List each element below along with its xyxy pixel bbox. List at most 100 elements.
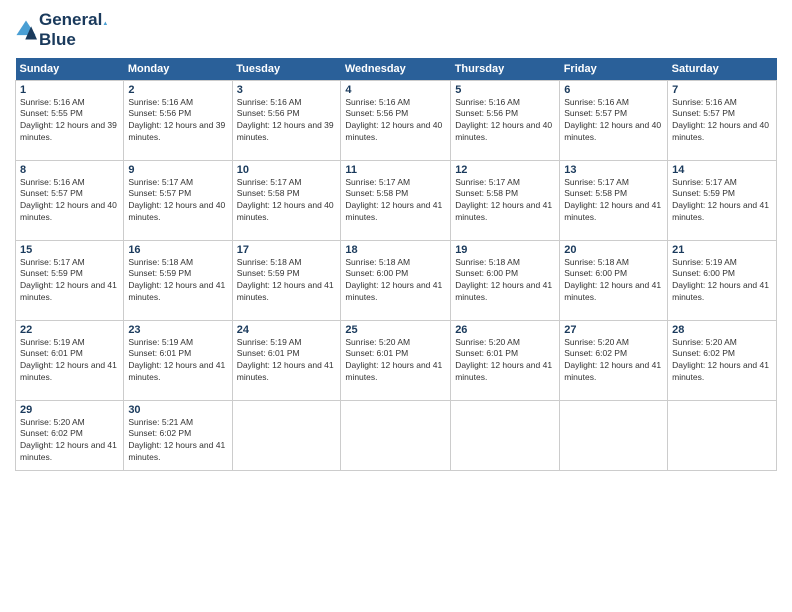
day-number: 7	[672, 84, 772, 96]
day-number: 18	[345, 244, 446, 256]
daylight-label: Daylight: 12 hours and 40 minutes.	[345, 120, 442, 142]
calendar-cell: 3 Sunrise: 5:16 AM Sunset: 5:56 PM Dayli…	[232, 80, 341, 160]
sunrise-label: Sunrise: 5:17 AM	[564, 177, 629, 187]
day-info: Sunrise: 5:16 AM Sunset: 5:56 PM Dayligh…	[237, 97, 337, 145]
calendar-cell: 29 Sunrise: 5:20 AM Sunset: 6:02 PM Dayl…	[16, 400, 124, 470]
daylight-label: Daylight: 12 hours and 41 minutes.	[564, 280, 661, 302]
sunset-label: Sunset: 6:00 PM	[672, 268, 735, 278]
day-info: Sunrise: 5:16 AM Sunset: 5:55 PM Dayligh…	[20, 97, 119, 145]
daylight-label: Daylight: 12 hours and 41 minutes.	[20, 280, 117, 302]
day-info: Sunrise: 5:17 AM Sunset: 5:59 PM Dayligh…	[20, 257, 119, 305]
sunrise-label: Sunrise: 5:18 AM	[345, 257, 410, 267]
sunset-label: Sunset: 6:00 PM	[564, 268, 627, 278]
day-number: 5	[455, 84, 555, 96]
calendar-cell: 9 Sunrise: 5:17 AM Sunset: 5:57 PM Dayli…	[124, 160, 232, 240]
day-number: 22	[20, 324, 119, 336]
calendar-cell	[341, 400, 451, 470]
day-info: Sunrise: 5:19 AM Sunset: 6:01 PM Dayligh…	[20, 337, 119, 385]
sunrise-label: Sunrise: 5:16 AM	[345, 97, 410, 107]
daylight-label: Daylight: 12 hours and 41 minutes.	[237, 280, 334, 302]
calendar-cell: 30 Sunrise: 5:21 AM Sunset: 6:02 PM Dayl…	[124, 400, 232, 470]
day-number: 1	[20, 84, 119, 96]
sunset-label: Sunset: 6:02 PM	[564, 348, 627, 358]
calendar-cell	[232, 400, 341, 470]
sunrise-label: Sunrise: 5:18 AM	[455, 257, 520, 267]
calendar-cell: 27 Sunrise: 5:20 AM Sunset: 6:02 PM Dayl…	[560, 320, 668, 400]
day-number: 19	[455, 244, 555, 256]
day-number: 30	[128, 404, 227, 416]
day-info: Sunrise: 5:16 AM Sunset: 5:56 PM Dayligh…	[455, 97, 555, 145]
sunset-label: Sunset: 6:01 PM	[455, 348, 518, 358]
sunrise-label: Sunrise: 5:20 AM	[20, 417, 85, 427]
day-info: Sunrise: 5:18 AM Sunset: 5:59 PM Dayligh…	[128, 257, 227, 305]
day-info: Sunrise: 5:17 AM Sunset: 5:58 PM Dayligh…	[455, 177, 555, 225]
daylight-label: Daylight: 12 hours and 41 minutes.	[20, 360, 117, 382]
daylight-label: Daylight: 12 hours and 41 minutes.	[455, 360, 552, 382]
calendar-cell: 12 Sunrise: 5:17 AM Sunset: 5:58 PM Dayl…	[451, 160, 560, 240]
calendar-cell: 19 Sunrise: 5:18 AM Sunset: 6:00 PM Dayl…	[451, 240, 560, 320]
day-number: 24	[237, 324, 337, 336]
calendar-cell: 18 Sunrise: 5:18 AM Sunset: 6:00 PM Dayl…	[341, 240, 451, 320]
sunset-label: Sunset: 6:01 PM	[237, 348, 300, 358]
col-thursday: Thursday	[451, 58, 560, 81]
sunset-label: Sunset: 5:59 PM	[20, 268, 83, 278]
daylight-label: Daylight: 12 hours and 40 minutes.	[564, 120, 661, 142]
sunset-label: Sunset: 6:00 PM	[455, 268, 518, 278]
calendar-cell	[451, 400, 560, 470]
day-number: 25	[345, 324, 446, 336]
day-number: 17	[237, 244, 337, 256]
col-tuesday: Tuesday	[232, 58, 341, 81]
day-info: Sunrise: 5:20 AM Sunset: 6:02 PM Dayligh…	[20, 417, 119, 465]
day-info: Sunrise: 5:18 AM Sunset: 6:00 PM Dayligh…	[345, 257, 446, 305]
sunset-label: Sunset: 5:59 PM	[128, 268, 191, 278]
sunset-label: Sunset: 5:58 PM	[455, 188, 518, 198]
daylight-label: Daylight: 12 hours and 41 minutes.	[128, 360, 225, 382]
sunrise-label: Sunrise: 5:17 AM	[128, 177, 193, 187]
sunset-label: Sunset: 6:01 PM	[128, 348, 191, 358]
calendar-cell: 23 Sunrise: 5:19 AM Sunset: 6:01 PM Dayl…	[124, 320, 232, 400]
day-number: 20	[564, 244, 663, 256]
sunrise-label: Sunrise: 5:17 AM	[672, 177, 737, 187]
day-number: 26	[455, 324, 555, 336]
calendar-week-row: 15 Sunrise: 5:17 AM Sunset: 5:59 PM Dayl…	[16, 240, 777, 320]
calendar-cell	[560, 400, 668, 470]
day-number: 12	[455, 164, 555, 176]
daylight-label: Daylight: 12 hours and 41 minutes.	[345, 360, 442, 382]
col-wednesday: Wednesday	[341, 58, 451, 81]
day-info: Sunrise: 5:17 AM Sunset: 5:58 PM Dayligh…	[237, 177, 337, 225]
calendar-cell: 1 Sunrise: 5:16 AM Sunset: 5:55 PM Dayli…	[16, 80, 124, 160]
col-monday: Monday	[124, 58, 232, 81]
calendar-week-row: 22 Sunrise: 5:19 AM Sunset: 6:01 PM Dayl…	[16, 320, 777, 400]
sunrise-label: Sunrise: 5:16 AM	[20, 97, 85, 107]
sunrise-label: Sunrise: 5:19 AM	[237, 337, 302, 347]
day-info: Sunrise: 5:18 AM Sunset: 6:00 PM Dayligh…	[455, 257, 555, 305]
sunrise-label: Sunrise: 5:18 AM	[237, 257, 302, 267]
sunrise-label: Sunrise: 5:17 AM	[237, 177, 302, 187]
daylight-label: Daylight: 12 hours and 39 minutes.	[128, 120, 225, 142]
day-number: 3	[237, 84, 337, 96]
sunset-label: Sunset: 6:02 PM	[128, 428, 191, 438]
day-number: 15	[20, 244, 119, 256]
sunset-label: Sunset: 5:56 PM	[128, 108, 191, 118]
day-number: 16	[128, 244, 227, 256]
sunrise-label: Sunrise: 5:16 AM	[128, 97, 193, 107]
sunset-label: Sunset: 5:58 PM	[564, 188, 627, 198]
sunset-label: Sunset: 5:56 PM	[345, 108, 408, 118]
sunrise-label: Sunrise: 5:16 AM	[237, 97, 302, 107]
day-info: Sunrise: 5:18 AM Sunset: 5:59 PM Dayligh…	[237, 257, 337, 305]
calendar-week-row: 1 Sunrise: 5:16 AM Sunset: 5:55 PM Dayli…	[16, 80, 777, 160]
day-info: Sunrise: 5:17 AM Sunset: 5:58 PM Dayligh…	[564, 177, 663, 225]
calendar-cell: 4 Sunrise: 5:16 AM Sunset: 5:56 PM Dayli…	[341, 80, 451, 160]
sunset-label: Sunset: 5:57 PM	[564, 108, 627, 118]
sunset-label: Sunset: 5:55 PM	[20, 108, 83, 118]
calendar-cell: 2 Sunrise: 5:16 AM Sunset: 5:56 PM Dayli…	[124, 80, 232, 160]
calendar-header-row: Sunday Monday Tuesday Wednesday Thursday…	[16, 58, 777, 81]
sunset-label: Sunset: 5:56 PM	[237, 108, 300, 118]
daylight-label: Daylight: 12 hours and 40 minutes.	[237, 200, 334, 222]
sunrise-label: Sunrise: 5:16 AM	[455, 97, 520, 107]
calendar-cell: 21 Sunrise: 5:19 AM Sunset: 6:00 PM Dayl…	[668, 240, 777, 320]
sunrise-label: Sunrise: 5:20 AM	[455, 337, 520, 347]
sunrise-label: Sunrise: 5:18 AM	[564, 257, 629, 267]
daylight-label: Daylight: 12 hours and 41 minutes.	[564, 200, 661, 222]
sunrise-label: Sunrise: 5:17 AM	[345, 177, 410, 187]
